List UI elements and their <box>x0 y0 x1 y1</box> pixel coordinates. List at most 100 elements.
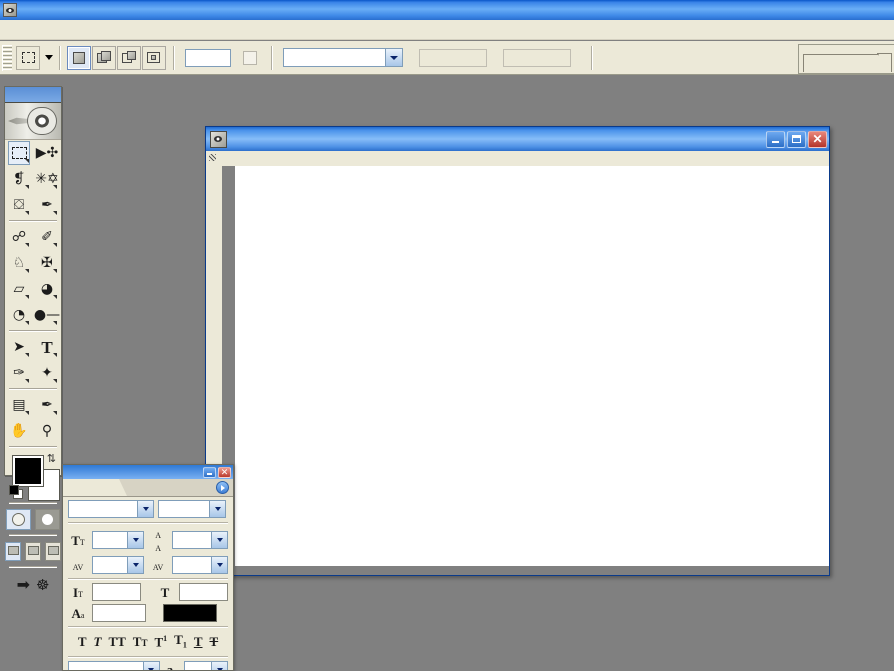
document-canvas[interactable] <box>235 166 829 566</box>
default-colors-icon[interactable] <box>9 485 23 499</box>
font-size-select[interactable] <box>92 531 145 549</box>
magic-wand-tool[interactable]: ✳✡ <box>33 166 61 192</box>
leading-select[interactable] <box>172 531 228 549</box>
height-input[interactable] <box>503 48 571 67</box>
eraser-tool[interactable]: ▱ <box>5 276 33 302</box>
notes-tool[interactable]: ▤ <box>5 392 33 418</box>
palette-close-button[interactable] <box>218 466 231 478</box>
tool-preset-chevron-down-icon[interactable] <box>45 55 53 60</box>
full-screen-mode-button[interactable] <box>45 541 61 561</box>
menu-item-image[interactable] <box>35 28 51 32</box>
tab-character[interactable] <box>63 479 127 496</box>
underline-button[interactable]: T <box>194 635 203 648</box>
menu-item-select[interactable] <box>67 28 83 32</box>
menu-item-view[interactable] <box>99 28 115 32</box>
crop-tool[interactable]: ⛋ <box>5 192 33 218</box>
options-bar-grip[interactable] <box>2 44 12 71</box>
faux-bold-button[interactable]: T <box>78 635 87 648</box>
menu-item-help[interactable] <box>131 28 147 32</box>
lasso-icon: ❡ <box>13 171 25 187</box>
canvas-area[interactable] <box>222 166 829 575</box>
move-icon: ▶✣ <box>35 145 59 161</box>
vertical-scale-icon: IT <box>73 584 83 600</box>
faux-italic-button[interactable]: T <box>94 635 102 648</box>
tab-paragraph[interactable] <box>127 479 207 496</box>
menu-item-filter[interactable] <box>83 28 99 32</box>
current-tool-preview[interactable] <box>16 45 40 70</box>
horizontal-scale-input[interactable] <box>179 583 228 601</box>
font-family-select[interactable] <box>68 500 154 518</box>
screen-modes <box>5 538 61 564</box>
path-selection-tool[interactable]: ➤ <box>5 334 33 360</box>
subtract-from-selection-button[interactable] <box>117 45 141 70</box>
healing-brush-icon: ☍ <box>11 229 27 245</box>
language-select[interactable] <box>68 660 160 670</box>
close-button[interactable] <box>808 130 827 148</box>
baseline-shift-input[interactable] <box>92 604 146 622</box>
superscript-button[interactable]: T1 <box>154 634 167 648</box>
menu-item-layer[interactable] <box>51 28 67 32</box>
clone-stamp-tool[interactable]: ♘ <box>5 250 33 276</box>
chevron-down-icon <box>127 532 144 548</box>
custom-shape-tool[interactable]: ✦ <box>33 360 61 386</box>
style-select[interactable] <box>283 48 403 67</box>
all-caps-button[interactable]: TT <box>108 635 125 648</box>
subscript-button[interactable]: T1 <box>174 633 187 650</box>
brush-tool[interactable]: ✐ <box>33 224 61 250</box>
new-selection-button[interactable] <box>67 45 91 70</box>
dodge-tool[interactable]: ●— <box>33 302 61 328</box>
tracking-select[interactable] <box>172 556 228 574</box>
pen-icon: ✑ <box>13 365 25 381</box>
palette-menu-icon[interactable] <box>216 481 229 494</box>
maximize-button[interactable] <box>787 130 806 148</box>
slice-tool[interactable]: ✒ <box>33 192 61 218</box>
palette-minimize-button[interactable] <box>203 466 216 478</box>
pen-tool[interactable]: ✑ <box>5 360 33 386</box>
feather-input[interactable] <box>185 48 231 67</box>
font-style-select[interactable] <box>158 500 226 518</box>
kerning-select[interactable] <box>92 556 145 574</box>
full-screen-with-menubar-button[interactable] <box>25 541 41 561</box>
toolbox-titlebar[interactable] <box>5 87 61 103</box>
anti-aliasing-select[interactable] <box>183 660 228 670</box>
width-input[interactable] <box>419 48 487 67</box>
menu-item-window[interactable] <box>115 28 131 32</box>
ruler-corner[interactable] <box>206 151 223 167</box>
imageready-app-icon[interactable]: ☸ <box>36 577 49 593</box>
move-tool[interactable]: ▶✣ <box>33 140 61 166</box>
intersect-with-selection-button[interactable] <box>142 45 166 70</box>
palette-well-tab-file-browser[interactable] <box>803 54 887 72</box>
swap-colors-icon[interactable]: ⇅ <box>47 452 56 465</box>
paint-bucket-tool[interactable]: ◕ <box>33 276 61 302</box>
character-palette-titlebar[interactable] <box>63 465 233 479</box>
zoom-tool[interactable]: ⚲ <box>33 418 61 444</box>
scale-row: IT T <box>63 580 233 601</box>
rectangular-marquee-tool[interactable] <box>5 140 33 166</box>
foreground-color-swatch[interactable] <box>13 456 43 486</box>
eyedropper-tool[interactable]: ✒ <box>33 392 61 418</box>
type-tool[interactable]: T <box>33 334 61 360</box>
menu-item-file[interactable] <box>3 28 19 32</box>
brush-icon: ✐ <box>41 229 53 245</box>
lasso-tool[interactable]: ❡ <box>5 166 33 192</box>
small-caps-button[interactable]: TT <box>133 635 148 648</box>
horizontal-ruler[interactable] <box>222 151 829 167</box>
text-color-swatch[interactable] <box>163 604 217 622</box>
vertical-scale-input[interactable] <box>92 583 141 601</box>
standard-screen-mode-button[interactable] <box>5 541 21 561</box>
blur-tool[interactable]: ◔ <box>5 302 33 328</box>
document-titlebar[interactable] <box>206 127 829 151</box>
history-brush-tool[interactable]: ✠ <box>33 250 61 276</box>
jump-to-imageready-icon[interactable]: ➡ <box>17 577 30 593</box>
photoshop-icon <box>3 3 17 17</box>
quick-mask-mode-button[interactable] <box>35 508 60 530</box>
strikethrough-button[interactable]: T <box>210 635 219 648</box>
options-separator-3 <box>271 45 273 70</box>
standard-mode-button[interactable] <box>6 508 31 530</box>
add-to-selection-button[interactable] <box>92 45 116 70</box>
anti-aliased-checkbox[interactable] <box>243 50 257 65</box>
hand-tool[interactable]: ✋ <box>5 418 33 444</box>
menu-item-edit[interactable] <box>19 28 35 32</box>
healing-brush-tool[interactable]: ☍ <box>5 224 33 250</box>
minimize-button[interactable] <box>766 130 785 148</box>
